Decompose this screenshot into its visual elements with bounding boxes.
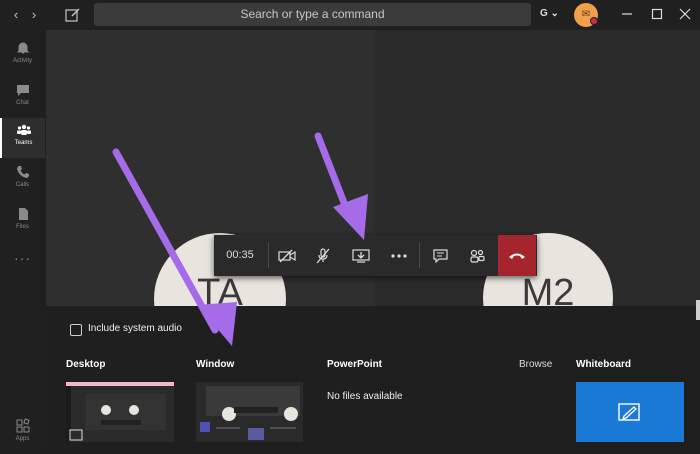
chat-button[interactable] — [421, 235, 459, 276]
mic-off-icon — [316, 247, 330, 263]
rail-item-teams[interactable]: Teams — [0, 118, 45, 158]
rail-item-label: Chat — [16, 100, 29, 106]
rail-item-activity[interactable]: Activity — [0, 36, 45, 76]
compose-icon[interactable] — [64, 6, 82, 24]
rail-item-label: Apps — [15, 436, 30, 442]
chat-icon — [16, 85, 29, 96]
more-icon — [391, 253, 407, 258]
whiteboard-tile[interactable] — [576, 382, 684, 442]
rail-item-label: Activity — [12, 58, 32, 64]
teams-icon — [16, 124, 31, 135]
rail-item-label: Teams — [14, 140, 33, 146]
maximize-icon[interactable] — [649, 6, 665, 22]
more-apps-icon[interactable]: ··· — [0, 250, 45, 290]
rail-item-label: Calls — [15, 182, 30, 188]
forward-arrow-icon[interactable]: › — [26, 6, 42, 24]
whiteboard-icon — [618, 403, 640, 421]
search-input[interactable]: Search or type a command — [94, 3, 531, 26]
camera-toggle-button[interactable] — [268, 235, 306, 276]
minimize-icon[interactable] — [619, 6, 635, 22]
participants-icon — [470, 249, 485, 263]
title-bar: ‹ › Search or type a command G ⌄ ✉ — [0, 0, 700, 30]
app-rail: Activity Chat Teams Calls Files ··· Apps — [0, 30, 45, 450]
call-controls: 00:35 — [214, 235, 537, 276]
apps-icon — [16, 418, 30, 433]
desktop-thumbnail[interactable] — [66, 382, 174, 442]
call-timer: 00:35 — [226, 249, 254, 261]
include-audio-checkbox[interactable] — [70, 324, 82, 336]
window-heading: Window — [196, 359, 235, 370]
participants-button[interactable] — [458, 235, 496, 276]
bell-icon — [16, 42, 29, 54]
scrollbar[interactable] — [696, 300, 700, 320]
share-tray: Include system audio Desktop Window Powe… — [46, 306, 700, 450]
hang-up-button[interactable] — [498, 235, 536, 276]
chat-icon — [432, 248, 448, 263]
whiteboard-heading: Whiteboard — [576, 359, 631, 370]
no-files-text: No files available — [327, 391, 403, 402]
mic-toggle-button[interactable] — [304, 235, 342, 276]
back-arrow-icon[interactable]: ‹ — [8, 6, 24, 24]
rail-item-apps[interactable]: Apps — [0, 414, 45, 454]
divider — [419, 243, 420, 268]
desktop-heading: Desktop — [66, 359, 106, 370]
hang-up-icon — [509, 253, 525, 259]
desktop-preview-image — [66, 386, 174, 442]
more-options-button[interactable] — [380, 235, 418, 276]
close-icon[interactable] — [677, 6, 693, 22]
rail-item-calls[interactable]: Calls — [0, 160, 45, 200]
browse-link[interactable]: Browse — [519, 359, 552, 370]
rail-item-chat[interactable]: Chat — [0, 78, 45, 118]
include-audio-label: Include system audio — [88, 323, 182, 334]
status-badge — [590, 17, 598, 25]
share-screen-button[interactable] — [342, 235, 380, 276]
rail-item-label: Files — [16, 224, 29, 230]
window-preview-image — [196, 382, 303, 442]
powerpoint-heading: PowerPoint — [327, 359, 383, 370]
window-thumbnail[interactable] — [196, 382, 303, 442]
file-icon — [18, 208, 28, 220]
share-screen-icon — [352, 249, 370, 263]
account-switcher[interactable]: G ⌄ — [540, 8, 559, 19]
camera-off-icon — [278, 249, 296, 262]
phone-icon — [16, 166, 29, 178]
rail-item-files[interactable]: Files — [0, 202, 45, 242]
